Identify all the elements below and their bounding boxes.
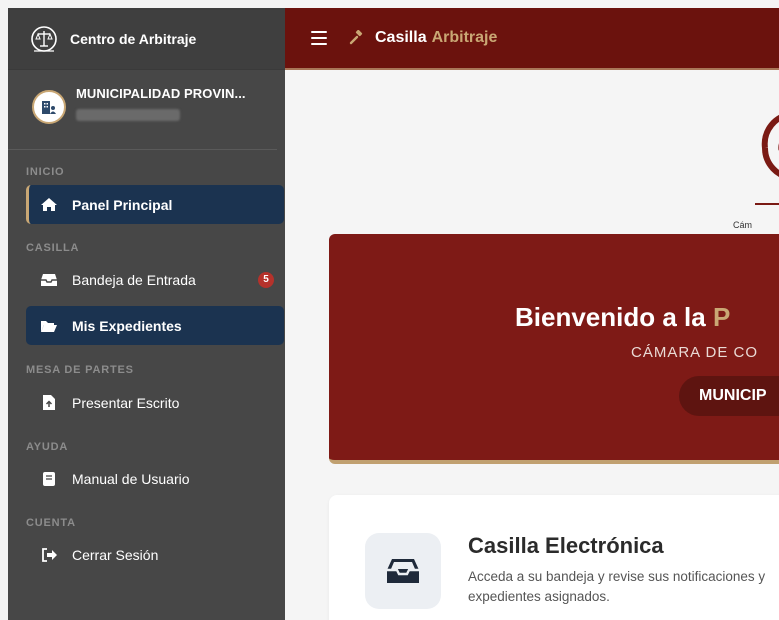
inbox-icon — [387, 559, 419, 583]
sidebar-item-bandeja-entrada[interactable]: Bandeja de Entrada 5 — [26, 260, 284, 299]
hero-title: Bienvenido a la P — [515, 302, 730, 333]
folder-open-icon — [38, 319, 60, 333]
gavel-icon — [349, 30, 363, 45]
menu-toggle-icon[interactable] — [311, 31, 327, 45]
topbar-title-accent: Arbitraje — [431, 29, 498, 46]
entity-pill: MUNICIP — [679, 376, 779, 416]
file-upload-icon — [38, 394, 60, 411]
section-inicio: INICIO — [26, 166, 65, 178]
sidebar-item-label: Manual de Usuario — [72, 470, 190, 487]
avatar — [32, 90, 66, 124]
topbar: Casilla Arbitraje — [285, 8, 779, 70]
sidebar-item-cerrar-sesion[interactable]: Cerrar Sesión — [26, 535, 284, 574]
sidebar-item-manual-usuario[interactable]: Manual de Usuario — [26, 459, 284, 498]
building-user-icon — [42, 101, 56, 114]
sidebar-item-label: Bandeja de Entrada — [72, 271, 196, 288]
casilla-card[interactable]: Casilla Electrónica Acceda a su bandeja … — [329, 495, 779, 620]
user-subtitle-blurred — [76, 109, 180, 121]
main-content: Cám Bienvenido a la P CÁMARA DE CO MUNIC… — [285, 70, 779, 620]
user-name: MUNICIPALIDAD PROVIN... — [76, 86, 246, 101]
sidebar-item-presentar-escrito[interactable]: Presentar Escrito — [26, 383, 284, 422]
brand-header[interactable]: Centro de Arbitraje — [8, 8, 285, 70]
hero-title-text: Bienvenido a la — [515, 302, 713, 332]
sign-out-icon — [38, 547, 60, 562]
chamber-logo — [761, 114, 779, 177]
section-ayuda: AYUDA — [26, 441, 69, 453]
notification-badge: 5 — [258, 271, 274, 288]
sidebar-item-panel-principal[interactable]: Panel Principal — [26, 185, 284, 224]
logo-divider — [755, 203, 779, 205]
sidebar-item-label: Cerrar Sesión — [72, 546, 159, 563]
brand-title: Centro de Arbitraje — [70, 30, 197, 47]
scales-logo-icon — [31, 25, 57, 52]
topbar-title: Casilla — [375, 29, 427, 46]
welcome-banner: Bienvenido a la P CÁMARA DE CO MUNICIP — [329, 234, 779, 464]
sidebar-item-label: Mis Expedientes — [72, 317, 182, 334]
logo-caption: Cám — [733, 220, 753, 230]
hero-title-accent: P — [712, 302, 731, 332]
inbox-icon — [38, 273, 60, 287]
hero-subtitle: CÁMARA DE CO — [631, 344, 759, 361]
card-title: Casilla Electrónica — [468, 533, 664, 558]
book-icon — [38, 471, 60, 487]
user-profile[interactable]: MUNICIPALIDAD PROVIN... — [8, 70, 277, 150]
sidebar-item-label: Panel Principal — [72, 196, 173, 213]
card-description: Acceda a su bandeja y revise sus notific… — [468, 569, 766, 604]
sidebar-item-mis-expedientes[interactable]: Mis Expedientes — [26, 306, 284, 345]
section-casilla: CASILLA — [26, 242, 80, 254]
sidebar: Centro de Arbitraje MUNICIPALIDAD PROVIN… — [8, 8, 285, 620]
sidebar-item-label: Presentar Escrito — [72, 394, 180, 411]
card-icon-box — [365, 533, 441, 609]
home-icon — [38, 197, 60, 212]
section-mesa-de-partes: MESA DE PARTES — [26, 364, 134, 376]
section-cuenta: CUENTA — [26, 517, 76, 529]
